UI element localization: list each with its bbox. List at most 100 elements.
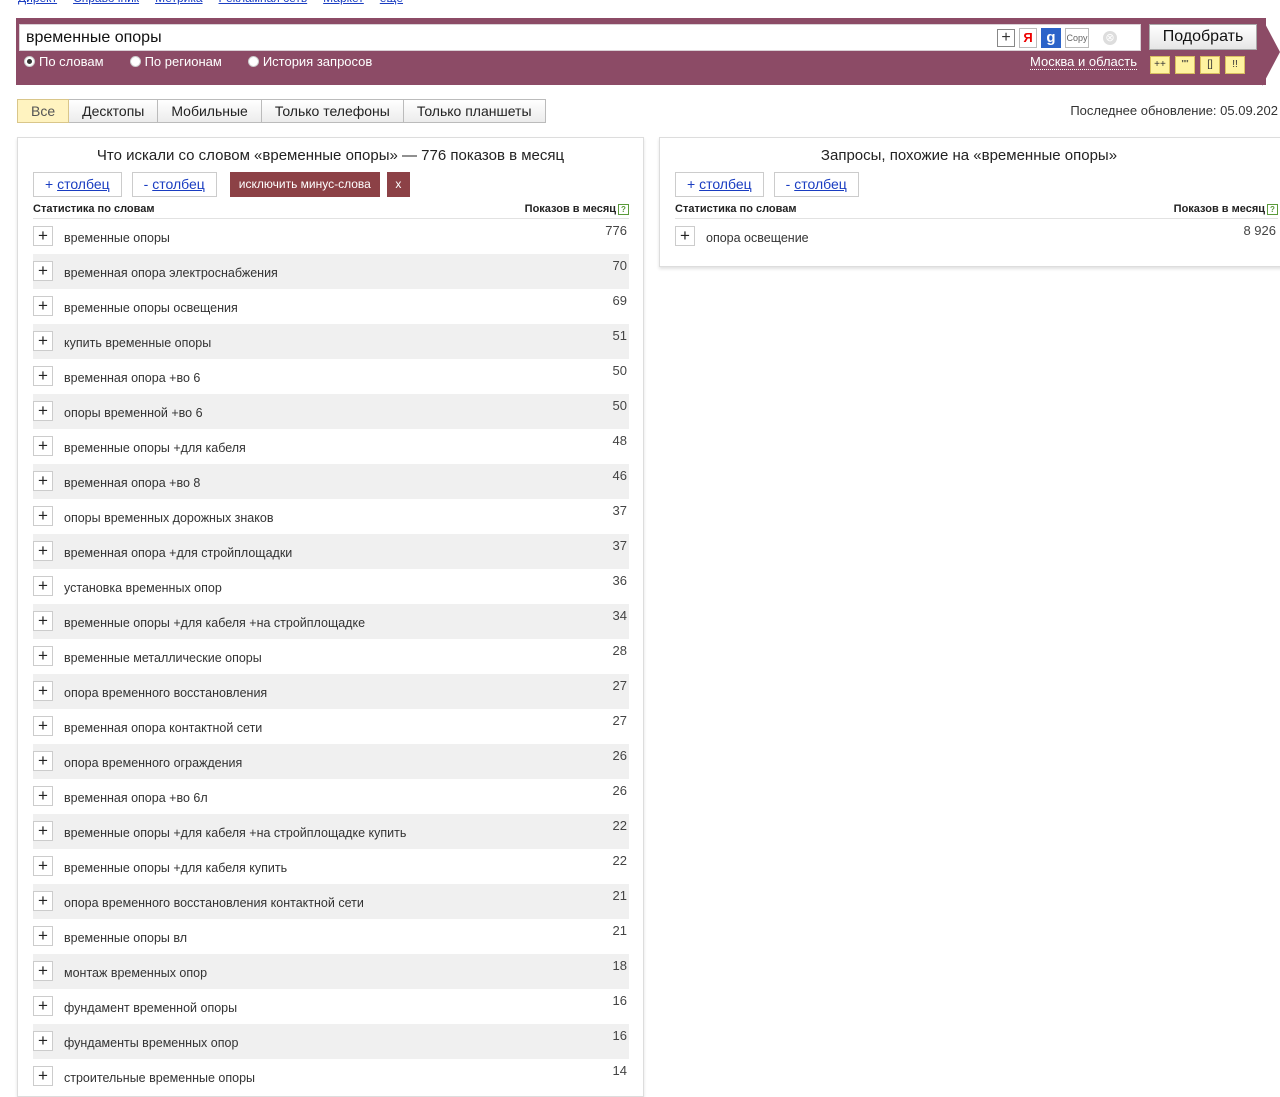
exclude-minus-words-button[interactable]: исключить минус-слова <box>229 172 380 197</box>
add-phrase-button[interactable]: + <box>33 996 53 1016</box>
add-phrase-button[interactable]: + <box>33 471 53 491</box>
phrase-link[interactable]: временная опора +во 6 <box>64 371 200 385</box>
add-phrase-button[interactable]: + <box>33 856 53 876</box>
phrase-link[interactable]: установка временных опор <box>64 581 222 595</box>
format-button[interactable]: ++ <box>1150 56 1170 74</box>
phrase-link[interactable]: временные металлические опоры <box>64 651 262 665</box>
add-phrase-button[interactable]: + <box>33 1031 53 1051</box>
search-mode-group: По словам По регионам История запросов <box>24 54 372 69</box>
add-column-button[interactable]: + столбец <box>33 172 122 197</box>
right-col-stat-header: Статистика по словам <box>675 203 797 215</box>
impressions-count: 69 <box>612 293 627 308</box>
table-row: + фундамент временной опоры 16 <box>33 989 629 1024</box>
phrase-link[interactable]: временная опора +во 8 <box>64 476 200 490</box>
add-phrase-button[interactable]: + <box>33 821 53 841</box>
left-panel-title: Что искали со словом «временные опоры» —… <box>96 147 565 164</box>
phrase-link[interactable]: временные опоры +для кабеля купить <box>64 861 287 875</box>
device-tab[interactable]: Десктопы <box>69 99 159 123</box>
impressions-count: 28 <box>612 643 627 658</box>
impressions-count: 48 <box>612 433 627 448</box>
phrase-link[interactable]: временные опоры +для кабеля +на стройпло… <box>64 616 365 630</box>
add-phrase-button[interactable]: + <box>33 226 53 246</box>
clear-icon[interactable]: ⊗ <box>1103 31 1117 45</box>
add-phrase-button[interactable]: + <box>33 366 53 386</box>
device-tab[interactable]: Только телефоны <box>261 99 404 123</box>
phrase-link[interactable]: временная опора +во 6л <box>64 791 208 805</box>
phrase-link[interactable]: опора временного восстановления контактн… <box>64 896 364 910</box>
phrase-link[interactable]: временные опоры вл <box>64 931 187 945</box>
phrase-link[interactable]: строительные временные опоры <box>64 1071 255 1085</box>
region-selector[interactable]: Москва и область <box>1030 54 1138 70</box>
yandex-icon[interactable]: Я <box>1019 28 1037 48</box>
phrase-link[interactable]: временные опоры +для кабеля <box>64 441 246 455</box>
add-phrase-button[interactable]: + <box>33 401 53 421</box>
add-phrase-button[interactable]: + <box>33 541 53 561</box>
phrase-link[interactable]: временная опора электроснабжения <box>64 266 278 280</box>
add-phrase-button[interactable]: + <box>33 506 53 526</box>
phrase-link[interactable]: временные опоры <box>64 231 170 245</box>
phrase-link[interactable]: опоры временных дорожных знаков <box>64 511 273 525</box>
phrase-link[interactable]: временные опоры освещения <box>64 301 238 315</box>
add-phrase-button[interactable]: + <box>33 1066 53 1086</box>
add-phrase-button[interactable]: + <box>33 331 53 351</box>
impressions-count: 70 <box>612 258 627 273</box>
add-phrase-button[interactable]: + <box>33 576 53 596</box>
table-row: + строительные временные опоры 14 <box>33 1059 629 1094</box>
top-nav-link[interactable]: Маркет <box>323 0 364 5</box>
top-nav-link[interactable]: ещё <box>380 0 403 5</box>
impressions-count: 46 <box>612 468 627 483</box>
search-mode-radio[interactable]: По регионам <box>129 54 222 69</box>
help-icon[interactable]: ? <box>1267 203 1278 215</box>
device-tab[interactable]: Мобильные <box>158 99 262 123</box>
phrase-link[interactable]: фундаменты временных опор <box>64 1036 238 1050</box>
top-nav-link[interactable]: Рекламная сеть <box>219 0 308 5</box>
device-tab[interactable]: Только планшеты <box>403 99 546 123</box>
top-nav-link[interactable]: Директ <box>18 0 57 5</box>
phrase-link[interactable]: временная опора контактной сети <box>64 721 262 735</box>
search-mode-radio[interactable]: История запросов <box>247 54 372 69</box>
add-phrase-button[interactable]: + <box>33 751 53 771</box>
help-icon[interactable]: ? <box>618 203 629 215</box>
add-phrase-button[interactable]: + <box>33 296 53 316</box>
remove-column-button[interactable]: - столбец <box>773 172 859 197</box>
add-column-button[interactable]: + столбец <box>675 172 764 197</box>
left-panel: Что искали со словом «временные опоры» —… <box>17 137 644 1097</box>
table-row: + временные опоры +для кабеля купить 22 <box>33 849 629 884</box>
add-phrase-button[interactable]: + <box>33 436 53 456</box>
add-phrase-button[interactable]: + <box>33 926 53 946</box>
phrase-link[interactable]: монтаж временных опор <box>64 966 207 980</box>
phrase-link[interactable]: опоры временной +во 6 <box>64 406 203 420</box>
top-nav-link[interactable]: Метрика <box>155 0 202 5</box>
format-button[interactable]: [] <box>1200 56 1220 74</box>
right-table-header: Статистика по словам Показов в месяц? <box>675 202 1278 219</box>
close-exclude-button[interactable]: x <box>386 172 410 197</box>
add-phrase-button[interactable]: + <box>33 961 53 981</box>
phrase-link[interactable]: опора временного ограждения <box>64 756 242 770</box>
device-tab[interactable]: Все <box>17 99 70 123</box>
add-phrase-button[interactable]: + <box>33 891 53 911</box>
phrase-link[interactable]: опора временного восстановления <box>64 686 267 700</box>
add-phrase-button[interactable]: + <box>33 261 53 281</box>
copy-button[interactable]: Copy <box>1065 28 1089 48</box>
add-phrase-button[interactable]: + <box>33 611 53 631</box>
phrase-link[interactable]: временные опоры +для кабеля +на стройпло… <box>64 826 406 840</box>
pick-button[interactable]: Подобрать <box>1149 24 1257 50</box>
search-mode-radio[interactable]: По словам <box>24 54 104 69</box>
add-phrase-button[interactable]: + <box>33 646 53 666</box>
add-phrase-button[interactable]: + <box>33 681 53 701</box>
format-button[interactable]: "" <box>1175 56 1195 74</box>
add-phrase-button[interactable]: + <box>675 226 695 246</box>
format-button[interactable]: !! <box>1225 56 1245 74</box>
phrase-link[interactable]: фундамент временной опоры <box>64 1001 237 1015</box>
add-phrase-button[interactable]: + <box>33 786 53 806</box>
remove-column-button[interactable]: - столбец <box>131 172 217 197</box>
top-nav-link[interactable]: Справочник <box>73 0 139 5</box>
search-input[interactable]: временные опоры <box>19 24 1141 51</box>
add-phrase-button[interactable]: + <box>33 716 53 736</box>
google-icon[interactable]: g <box>1041 28 1061 48</box>
table-row: + опора временного восстановления 27 <box>33 674 629 709</box>
phrase-link[interactable]: временная опора +для стройплощадки <box>64 546 292 560</box>
phrase-link[interactable]: опора освещение <box>706 231 809 245</box>
add-operator-button[interactable]: + <box>997 29 1015 47</box>
phrase-link[interactable]: купить временные опоры <box>64 336 211 350</box>
